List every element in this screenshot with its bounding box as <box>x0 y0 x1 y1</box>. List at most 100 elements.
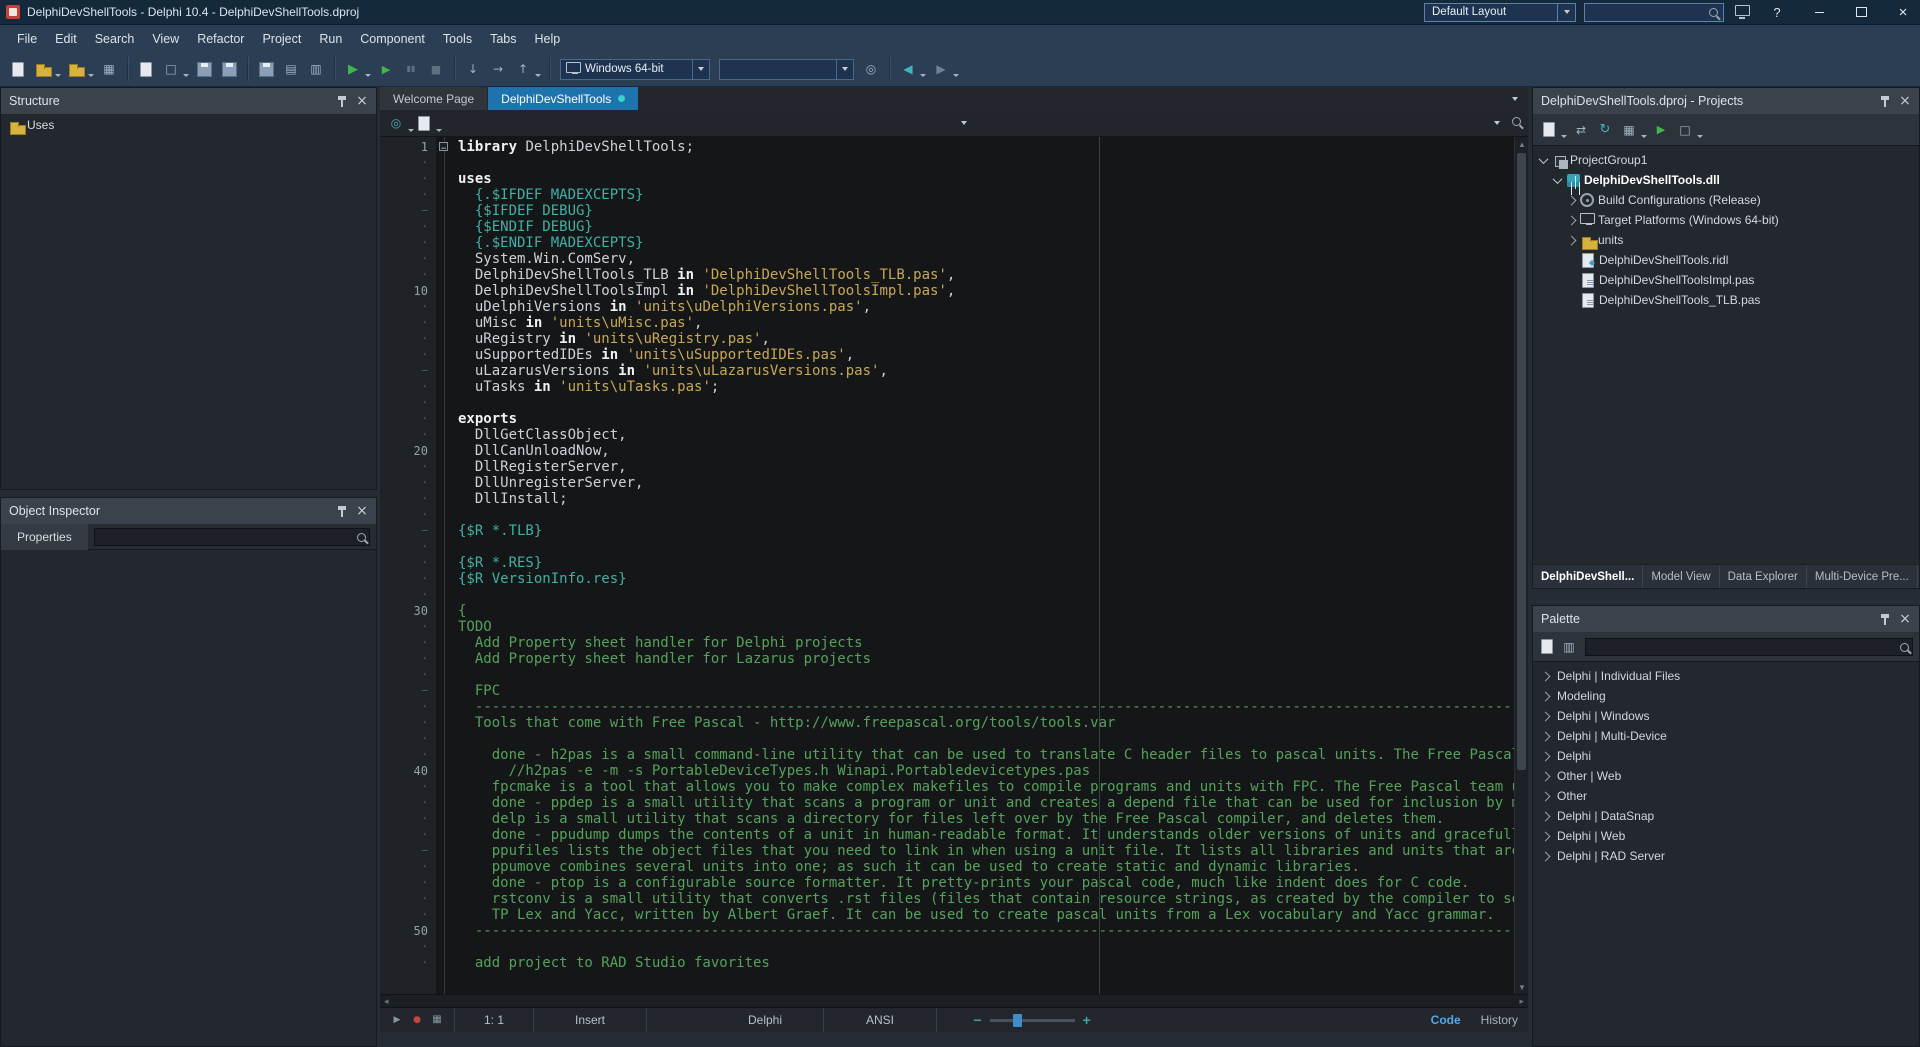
projects-view-tab[interactable]: DelphiDevShell... <box>1533 565 1644 588</box>
code-line[interactable]: · DelphiDevShellTools_TLB in 'DelphiDevS… <box>380 267 1514 283</box>
layout-combo[interactable]: Default Layout <box>1424 2 1576 22</box>
zoom-slider[interactable] <box>989 1013 1075 1027</box>
code-line[interactable]: 30 { <box>380 603 1514 619</box>
code-line[interactable]: · TODO <box>380 619 1514 635</box>
zoom-in-button[interactable]: + <box>1083 1012 1091 1028</box>
project-tree-item[interactable]: units <box>1533 230 1919 250</box>
code-line[interactable]: · {$R *.RES} <box>380 555 1514 571</box>
new-file-button[interactable] <box>6 57 30 81</box>
palette-category[interactable]: Delphi | DataSnap <box>1533 806 1919 826</box>
scrollbar-thumb[interactable] <box>1517 153 1526 771</box>
help-button[interactable]: ? <box>1760 0 1794 24</box>
chevron-right-icon[interactable] <box>1566 195 1577 205</box>
code-line[interactable]: · <box>380 731 1514 747</box>
chevron-down-icon[interactable] <box>953 74 959 77</box>
project-tree-item[interactable]: DelphiDevShellTools.dll <box>1533 170 1919 190</box>
pin-icon[interactable] <box>332 501 352 521</box>
menu-view[interactable]: View <box>143 25 188 52</box>
menu-refactor[interactable]: Refactor <box>188 25 253 52</box>
fold-collapse-icon[interactable] <box>439 141 448 157</box>
code-line[interactable]: · ppumove combines several units into on… <box>380 859 1514 875</box>
editor-vertical-scrollbar[interactable]: ▲ ▼ <box>1514 137 1528 994</box>
chevron-down-icon[interactable] <box>1641 134 1647 138</box>
close-icon[interactable] <box>352 91 372 111</box>
new-form-button[interactable]: □ <box>159 57 191 81</box>
code-line[interactable]: 40 //h2pas -e -m -s PortableDeviceTypes.… <box>380 763 1514 779</box>
save-all-button[interactable] <box>254 57 278 81</box>
scroll-left-icon[interactable]: ◂ <box>384 996 389 1007</box>
palette-filter-button[interactable]: ▥ <box>1559 635 1579 659</box>
pin-icon[interactable] <box>1875 609 1895 629</box>
code-line[interactable]: · <box>380 539 1514 555</box>
palette-category[interactable]: Other | Web <box>1533 766 1919 786</box>
scroll-up-icon[interactable]: ▲ <box>1515 137 1528 151</box>
code-line[interactable]: · System.Win.ComServ, <box>380 251 1514 267</box>
chevron-right-icon[interactable] <box>1540 811 1551 821</box>
code-line[interactable]: − uLazarusVersions in 'units\uLazarusVer… <box>380 363 1514 379</box>
macro-play-button[interactable]: ▶ <box>387 1008 407 1032</box>
apply-target-button[interactable]: ◎ <box>859 57 883 81</box>
code-lines[interactable]: 1library DelphiDevShellTools;··uses· {.$… <box>380 137 1514 994</box>
pause-button[interactable]: ▮▮ <box>399 57 423 81</box>
type-selector-combo[interactable] <box>442 110 975 136</box>
project-tree-item[interactable]: Build Configurations (Release) <box>1533 190 1919 210</box>
palette-category[interactable]: Delphi | RAD Server <box>1533 846 1919 866</box>
chevron-down-icon[interactable] <box>1538 153 1549 164</box>
chevron-down-icon[interactable] <box>365 74 371 77</box>
palette-category[interactable]: Delphi <box>1533 746 1919 766</box>
code-line[interactable]: · done - ptop is a configurable source f… <box>380 875 1514 891</box>
projects-view-tab[interactable]: Multi-Device Pre... <box>1807 565 1918 588</box>
code-line[interactable]: · <box>380 507 1514 523</box>
code-line[interactable]: · <box>380 155 1514 171</box>
project-tree-item[interactable]: DelphiDevShellTools_TLB.pas <box>1533 290 1919 310</box>
code-line[interactable]: − {$R *.TLB} <box>380 523 1514 539</box>
project-tree-item[interactable]: Target Platforms (Windows 64-bit) <box>1533 210 1919 230</box>
navigate-back-button[interactable]: ◀ <box>896 57 928 81</box>
chevron-down-icon[interactable] <box>535 74 541 77</box>
code-line[interactable]: 20 DllCanUnloadNow, <box>380 443 1514 459</box>
code-line[interactable]: · fpcmake is a tool that allows you to m… <box>380 779 1514 795</box>
chevron-down-icon[interactable] <box>55 74 61 77</box>
pin-icon[interactable] <box>332 91 352 111</box>
run-until-return-button[interactable]: ↑ <box>511 57 543 81</box>
code-line[interactable]: · Tools that come with Free Pascal - htt… <box>380 715 1514 731</box>
code-line[interactable]: − ppufiles lists the object files that y… <box>380 843 1514 859</box>
chevron-right-icon[interactable] <box>1540 791 1551 801</box>
palette-search-input[interactable] <box>1585 637 1913 656</box>
code-line[interactable]: · DllInstall; <box>380 491 1514 507</box>
tab-list-dropdown[interactable] <box>1502 87 1528 110</box>
scroll-right-icon[interactable]: ▸ <box>1519 996 1524 1007</box>
minimize-icon[interactable] <box>1802 0 1836 24</box>
palette-category[interactable]: Modeling <box>1533 686 1919 706</box>
code-line[interactable]: · uSupportedIDEs in 'units\uSupportedIDE… <box>380 347 1514 363</box>
menu-search[interactable]: Search <box>86 25 144 52</box>
chevron-right-icon[interactable] <box>1540 831 1551 841</box>
maximize-icon[interactable] <box>1844 0 1878 24</box>
trace-into-button[interactable]: ↓ <box>461 57 485 81</box>
close-all-button[interactable]: ▥ <box>304 57 328 81</box>
menu-project[interactable]: Project <box>253 25 310 52</box>
code-line[interactable]: · rstconv is a small utility that conver… <box>380 891 1514 907</box>
code-line[interactable]: · <box>380 939 1514 955</box>
config-combo[interactable] <box>719 58 854 80</box>
projects-view-tab[interactable]: Data Explorer <box>1720 565 1807 588</box>
palette-category[interactable]: Delphi | Multi-Device <box>1533 726 1919 746</box>
chevron-right-icon[interactable] <box>1540 691 1551 701</box>
code-line[interactable]: − {$IFDEF DEBUG} <box>380 203 1514 219</box>
code-line[interactable]: · uTasks in 'units\uTasks.pas'; <box>380 379 1514 395</box>
code-line[interactable]: · done - h2pas is a small command-line u… <box>380 747 1514 763</box>
tab-properties[interactable]: Properties <box>1 523 88 550</box>
code-line[interactable]: · {.$IFDEF MADEXCEPTS} <box>380 187 1514 203</box>
code-line[interactable]: · uRegistry in 'units\uRegistry.pas', <box>380 331 1514 347</box>
close-icon[interactable] <box>1886 0 1920 24</box>
structure-item[interactable]: Uses <box>1 114 376 136</box>
project-tree-item[interactable]: DelphiDevShellToolsImpl.pas <box>1533 270 1919 290</box>
code-line[interactable]: · done - ppdep is a small utility that s… <box>380 795 1514 811</box>
editor-tab-delphidevshelltools[interactable]: DelphiDevShellTools <box>488 87 639 110</box>
chevron-down-icon[interactable] <box>88 74 94 77</box>
member-selector-combo[interactable] <box>975 110 1508 136</box>
zoom-slider-thumb[interactable] <box>1013 1013 1023 1027</box>
palette-category[interactable]: Delphi | Web <box>1533 826 1919 846</box>
add-to-project-button[interactable]: ▦ <box>97 57 121 81</box>
projects-tree[interactable]: ProjectGroup1 DelphiDevShellTools.dll Buil… <box>1533 146 1919 564</box>
